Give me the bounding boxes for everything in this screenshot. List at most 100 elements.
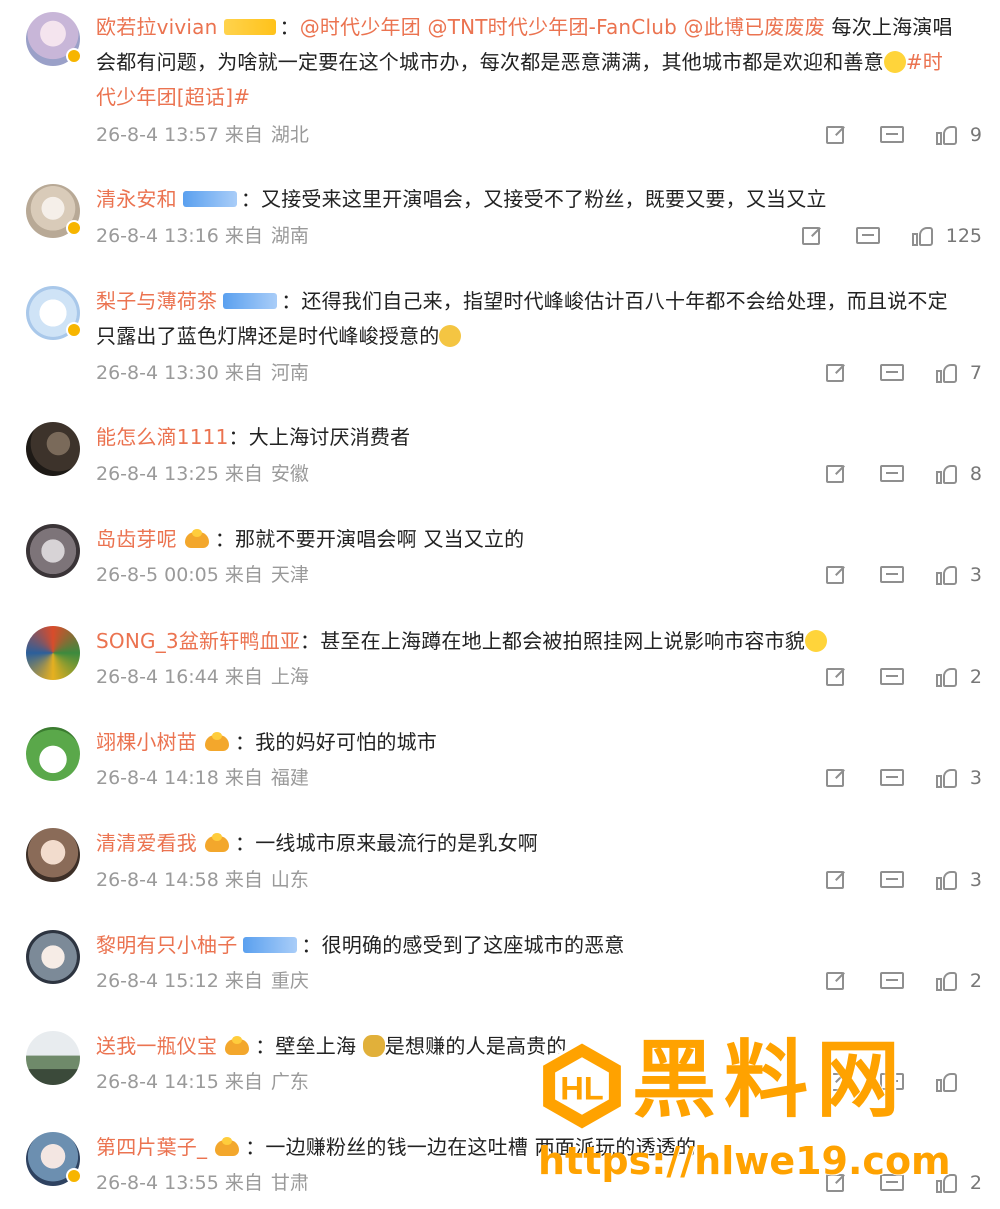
share-icon[interactable]: [822, 563, 852, 587]
fan-badge-icon: [223, 18, 276, 35]
region: 河南: [270, 362, 309, 384]
topic-link[interactable]: 代少年团[超话]#: [96, 85, 250, 109]
region: 天津: [270, 564, 309, 586]
username[interactable]: 能怎么滴1111: [96, 425, 229, 449]
mention-link[interactable]: @时代少年团 @TNT时代少年团-FanClub @此博已废废废: [300, 15, 825, 39]
avatar[interactable]: [26, 524, 80, 578]
username[interactable]: 送我一瓶仪宝: [96, 1034, 217, 1058]
share-icon[interactable]: [822, 123, 852, 147]
fan-badge-icon: [182, 190, 237, 207]
comment-icon[interactable]: [878, 462, 908, 486]
share-icon[interactable]: [822, 969, 852, 993]
like-icon[interactable]: [934, 969, 964, 993]
like-count: 7: [969, 362, 982, 384]
comment-icon[interactable]: [878, 1171, 908, 1195]
comment-text: 很明确的感受到了这座城市的恶意: [321, 933, 625, 957]
like-icon[interactable]: [934, 563, 964, 587]
username[interactable]: 岛齿芽呢: [96, 527, 177, 551]
share-icon[interactable]: [822, 462, 852, 486]
comment-icon[interactable]: [878, 563, 908, 587]
username[interactable]: 翊棵小树苗: [96, 730, 197, 754]
region: 甘肃: [270, 1172, 309, 1194]
username[interactable]: 欧若拉vivian: [96, 15, 218, 39]
like-count: 125: [945, 225, 982, 247]
emoji-icon: [439, 324, 462, 347]
timestamp: 26-8-5 00:05 来自: [96, 564, 263, 586]
avatar[interactable]: [26, 12, 82, 66]
username[interactable]: 第四片葉子_: [96, 1135, 207, 1159]
region: 湖北: [270, 124, 309, 146]
region: 广东: [270, 1071, 309, 1093]
region: 山东: [270, 869, 309, 891]
crown-badge-icon: [203, 832, 231, 854]
verified-icon: [66, 48, 82, 64]
comment-text: 只露出了蓝色灯牌还是时代峰峻授意的: [96, 324, 440, 348]
avatar[interactable]: [26, 930, 80, 984]
avatar[interactable]: [26, 184, 82, 238]
comment-text: 壁垒上海: [275, 1034, 357, 1058]
like-count: 2: [969, 666, 982, 688]
comment-text: 还得我们自己来，指望时代峰峻估计百八十年都不会给处理，而且说不定: [301, 289, 948, 313]
comment-icon[interactable]: [878, 123, 908, 147]
comment-text: 又接受来这里开演唱会，又接受不了粉丝，既要又要，又当又立: [261, 187, 827, 211]
timestamp: 26-8-4 13:30 来自: [96, 362, 263, 384]
share-icon[interactable]: [822, 868, 852, 892]
username[interactable]: SONG_3盆新轩鸭血亚: [96, 629, 300, 653]
region: 湖南: [270, 225, 309, 247]
avatar[interactable]: [26, 422, 80, 476]
comment-icon[interactable]: [878, 361, 908, 385]
region: 上海: [270, 666, 309, 688]
svg-text:HL: HL: [560, 1069, 604, 1106]
fan-badge-icon: [243, 936, 298, 953]
username[interactable]: 清清爱看我: [96, 831, 197, 855]
comment-icon[interactable]: [854, 224, 884, 248]
like-icon[interactable]: [934, 1070, 964, 1094]
comment-icon[interactable]: [878, 766, 908, 790]
username[interactable]: 梨子与薄荷茶: [96, 289, 217, 313]
like-icon[interactable]: [934, 665, 964, 689]
like-icon[interactable]: [934, 462, 964, 486]
username[interactable]: 清永安和: [96, 187, 177, 211]
like-count: 9: [969, 124, 982, 146]
like-count: 2: [969, 1172, 982, 1194]
share-icon[interactable]: [822, 1171, 852, 1195]
like-icon[interactable]: [934, 1171, 964, 1195]
like-count: 3: [969, 767, 982, 789]
comment-text: 每次上海演唱: [824, 15, 953, 39]
comment-icon[interactable]: [878, 665, 908, 689]
username[interactable]: 黎明有只小柚子: [96, 933, 237, 957]
emoji-icon: [805, 629, 828, 652]
share-icon[interactable]: [822, 766, 852, 790]
avatar[interactable]: [26, 286, 82, 340]
crown-badge-icon: [223, 1035, 251, 1057]
topic-link[interactable]: #时: [906, 50, 943, 74]
comment-icon[interactable]: [878, 1070, 908, 1094]
comment-text: 我的妈好可怕的城市: [255, 730, 438, 754]
share-icon[interactable]: [798, 224, 828, 248]
like-count: 8: [969, 463, 982, 485]
timestamp: 26-8-4 13:55 来自: [96, 1172, 263, 1194]
verified-icon: [66, 220, 82, 236]
avatar[interactable]: [26, 1031, 80, 1085]
emoji-icon: [883, 50, 906, 73]
timestamp: 26-8-4 14:18 来自: [96, 767, 263, 789]
like-icon[interactable]: [934, 868, 964, 892]
comment-text: 一边赚粉丝的钱一边在这吐槽 两面派玩的透透的: [265, 1135, 697, 1159]
fan-badge-icon: [223, 292, 278, 309]
like-icon[interactable]: [934, 123, 964, 147]
share-icon[interactable]: [822, 665, 852, 689]
avatar[interactable]: [26, 727, 80, 781]
share-icon[interactable]: [822, 1070, 852, 1094]
comment-icon[interactable]: [878, 868, 908, 892]
like-count: 3: [969, 869, 982, 891]
share-icon[interactable]: [822, 361, 852, 385]
like-icon[interactable]: [910, 224, 940, 248]
like-icon[interactable]: [934, 766, 964, 790]
avatar[interactable]: [26, 828, 80, 882]
crown-badge-icon: [203, 731, 231, 753]
avatar[interactable]: [26, 1132, 82, 1186]
like-icon[interactable]: [934, 361, 964, 385]
timestamp: 26-8-4 15:12 来自: [96, 970, 263, 992]
avatar[interactable]: [26, 626, 80, 680]
comment-icon[interactable]: [878, 969, 908, 993]
